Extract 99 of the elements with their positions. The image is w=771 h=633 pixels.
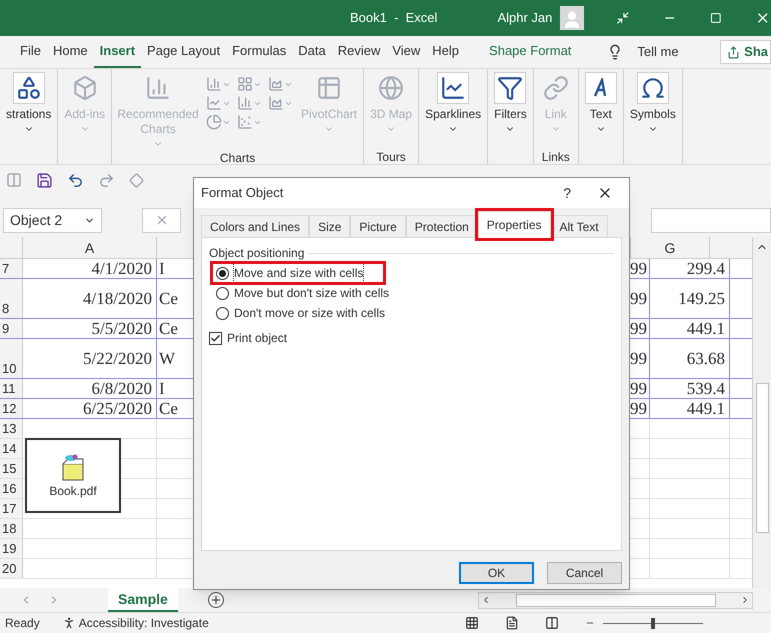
dialog-button[interactable]: Cancel	[547, 562, 622, 584]
dialog-tab[interactable]: Picture	[350, 215, 406, 237]
dialog-tab[interactable]: Colors and Lines	[201, 215, 310, 237]
table-cell: 149.25	[650, 279, 730, 318]
horizontal-scrollbar[interactable]	[478, 592, 753, 608]
table-cell-text: I	[158, 379, 166, 398]
dialog-title: Format Object	[201, 184, 284, 202]
row-header[interactable]: 14	[0, 439, 23, 458]
line-chart-icon	[440, 75, 466, 101]
row-header[interactable]: 18	[0, 519, 23, 538]
page-layout-icon[interactable]	[504, 616, 519, 630]
table-cell: 449.1	[650, 319, 730, 338]
row-header[interactable]: 11	[0, 379, 23, 398]
table-cell: 4/18/2020	[23, 279, 157, 318]
object-label: Book.pdf	[49, 482, 97, 500]
context-tab[interactable]: Shape Format	[483, 36, 578, 68]
row-header[interactable]: 15	[0, 459, 23, 478]
table-cell: 539.4	[650, 379, 730, 398]
row-header[interactable]: 7	[0, 259, 23, 278]
avatar-icon	[560, 6, 584, 30]
row-header[interactable]: 12	[0, 399, 23, 418]
group-label: Object positioning	[209, 245, 304, 262]
bar-chart-icon	[145, 75, 172, 101]
row-header[interactable]: 13	[0, 419, 23, 438]
group-label: Tours	[375, 149, 407, 164]
add-sheet-icon[interactable]	[208, 592, 224, 608]
table-cell: 5/5/2020	[23, 319, 157, 338]
dialog-button[interactable]: OK	[459, 562, 534, 584]
ribbon-tab[interactable]: View	[386, 36, 426, 68]
ribbon-tab[interactable]: Review	[332, 36, 386, 68]
ribbon-button[interactable]: Filters	[494, 72, 527, 148]
tell-me-field[interactable]: Tell me	[637, 42, 679, 62]
table-cell-text: Ce	[158, 288, 179, 310]
window-title: Book1 - Excel	[350, 9, 438, 28]
checkbox[interactable]	[209, 332, 222, 344]
dialog-tab[interactable]: Size	[309, 215, 350, 237]
row-header[interactable]: 8	[0, 279, 23, 318]
ribbon-tab[interactable]: Formulas	[226, 36, 292, 68]
ribbon-button[interactable]: strations	[6, 72, 52, 148]
table-cell-text: Ce	[158, 399, 179, 418]
row-header[interactable]: 17	[0, 499, 23, 518]
table-cell: 4/1/2020	[23, 259, 157, 278]
zoom-slider[interactable]	[602, 618, 703, 628]
ribbon-button[interactable]: Sparklines	[425, 72, 482, 148]
column-header[interactable]: A	[23, 237, 157, 258]
group-label: Links	[540, 149, 571, 164]
user-name: Alphr Jan	[497, 9, 552, 28]
embedded-object[interactable]: Book.pdf	[25, 438, 121, 513]
ribbon-button[interactable]: Text	[584, 72, 617, 148]
table-cell: 63.68	[650, 339, 730, 378]
help-button[interactable]: ?	[563, 182, 571, 204]
ribbon-display-icon[interactable]	[616, 11, 630, 25]
ribbon-button[interactable]: Symbols	[630, 72, 676, 148]
shapes-icon	[16, 75, 42, 101]
row-header[interactable]: 9	[0, 319, 23, 338]
table-cell: 6/8/2020	[23, 379, 157, 398]
radio-option[interactable]: Move but don't size with cells	[213, 284, 410, 302]
table-cell-text: I	[158, 259, 166, 278]
table-cell: 449.1	[650, 399, 730, 418]
radio-button[interactable]	[216, 306, 229, 320]
normal-view-icon[interactable]	[464, 616, 479, 630]
globe-icon	[378, 75, 404, 101]
ribbon-tab[interactable]: File	[14, 36, 47, 68]
table-chart-icon	[316, 75, 342, 101]
radio-button[interactable]	[216, 266, 229, 280]
ribbon-tab[interactable]: Help	[426, 36, 466, 68]
save-icon[interactable]	[36, 172, 53, 188]
status-text: Ready	[5, 615, 40, 632]
link-icon	[542, 75, 569, 101]
row-header[interactable]: 20	[0, 559, 23, 578]
row-header[interactable]: 19	[0, 539, 23, 558]
table-cell: 299.4	[650, 259, 730, 278]
ribbon-tab[interactable]: Data	[292, 36, 332, 68]
table-cell: 5/22/2020	[23, 339, 157, 378]
radio-option[interactable]: Don't move or size with cells	[213, 304, 406, 322]
ribbon-tab[interactable]: Page Layout	[141, 36, 226, 68]
table-cell: 6/25/2020	[23, 399, 157, 418]
page-break-icon[interactable]	[544, 616, 559, 630]
formula-field[interactable]	[651, 208, 771, 232]
table-cell-text: W	[158, 348, 176, 370]
row-header[interactable]: 16	[0, 479, 23, 498]
radio-button[interactable]	[216, 286, 229, 300]
dialog-tab[interactable]: Protection	[406, 215, 478, 237]
slider-thumb[interactable]	[650, 618, 655, 628]
checkbox-label: Print object	[227, 330, 288, 347]
undo-icon[interactable]	[67, 172, 84, 188]
row-header[interactable]: 10	[0, 339, 23, 378]
cube-icon	[72, 75, 98, 101]
ribbon-tab[interactable]: Home	[46, 36, 94, 68]
share-icon	[727, 46, 740, 58]
maximize-icon[interactable]	[710, 12, 722, 24]
name-box[interactable]: Object 2	[3, 208, 102, 232]
share-button[interactable]: Sha	[720, 40, 771, 64]
table-cell-text: Ce	[158, 319, 179, 338]
radio-option[interactable]: Move and size with cells	[213, 264, 384, 282]
accessibility-status[interactable]: Accessibility: Investigate	[78, 614, 209, 632]
filter-icon	[497, 75, 524, 101]
sheet-tab[interactable]: Sample	[108, 588, 178, 612]
group-label: Charts	[218, 150, 256, 164]
